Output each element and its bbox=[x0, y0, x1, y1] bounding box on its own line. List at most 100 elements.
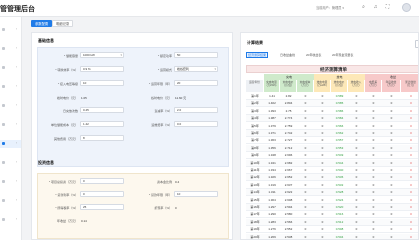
table-cell: 0 bbox=[410, 94, 412, 98]
table-cell: 0 bbox=[372, 219, 375, 224]
sidebar-item[interactable]: › bbox=[0, 216, 21, 224]
table-cell: 0 bbox=[304, 131, 307, 135]
table-cell: 0 bbox=[410, 182, 412, 187]
grid-input[interactable]: 10 bbox=[80, 80, 124, 86]
sidebar-item[interactable]: › bbox=[0, 140, 21, 148]
table-cell: 0.516 bbox=[335, 212, 344, 217]
table-row: 第10年 1.341 2.682 0 0 0.544 0 0 0 0 bbox=[246, 159, 418, 167]
tab-params[interactable]: 参数配置 bbox=[31, 20, 53, 27]
tab-daily-curve[interactable]: 日收益曲线 bbox=[279, 52, 296, 58]
sidebar-item[interactable]: › bbox=[0, 102, 21, 110]
tab-economic-result[interactable]: 经济测算结果 bbox=[246, 52, 269, 58]
table-cell: 0 bbox=[355, 145, 358, 150]
power-input[interactable]: 50 bbox=[174, 52, 218, 58]
sidebar-item[interactable]: › bbox=[0, 178, 21, 186]
table-cell: 0 bbox=[355, 94, 358, 98]
sidebar-item[interactable]: › bbox=[0, 83, 21, 91]
table-cell: 1.379 bbox=[268, 123, 276, 128]
decay-input[interactable]: 2.0 bbox=[174, 107, 218, 113]
table-cell: 0 bbox=[304, 197, 307, 202]
avatar[interactable] bbox=[402, 3, 411, 12]
export-button[interactable] bbox=[415, 40, 418, 48]
column-header: 电费差 (万元) bbox=[365, 80, 382, 92]
table-cell: 1.311 bbox=[268, 190, 276, 195]
table-cell: 0 bbox=[355, 205, 358, 209]
efficiency-input[interactable]: 0.9 % bbox=[80, 66, 124, 72]
table-cell: 0 bbox=[410, 160, 412, 165]
table-cell: 0 bbox=[410, 131, 412, 135]
section-title-basic: 基础信息 bbox=[38, 38, 54, 43]
column-header: 累计收益 (万元) bbox=[401, 80, 418, 92]
sidebar-item[interactable]: › bbox=[0, 197, 21, 205]
table-cell: 0 bbox=[390, 145, 393, 150]
tax-input[interactable]: 25 bbox=[80, 204, 124, 210]
table-cell: 第19年 bbox=[250, 227, 260, 232]
chevron-right-icon: › bbox=[16, 179, 18, 183]
tab-annual-income[interactable]: 20年收益表 bbox=[305, 52, 322, 58]
table-cell: 第9年 bbox=[251, 153, 259, 158]
ratio-label: 资本金比例 bbox=[156, 180, 172, 184]
table-cell: 0.589 bbox=[335, 94, 344, 98]
invest-input[interactable]: 0 bbox=[80, 178, 124, 184]
table-cell: 0 bbox=[390, 182, 393, 187]
table-cell: 0 bbox=[410, 108, 412, 113]
bell-icon[interactable]: ♫ bbox=[372, 4, 379, 11]
table-cell: 第3年 bbox=[251, 108, 259, 113]
table-cell: 0 bbox=[304, 138, 307, 143]
menu-icon bbox=[2, 66, 5, 69]
loan-years-label: * 贷款年限（年） bbox=[148, 193, 172, 197]
sidebar-item[interactable]: › bbox=[0, 64, 21, 72]
table-cell: 0 bbox=[390, 234, 393, 239]
sidebar-item[interactable]: › bbox=[0, 26, 21, 34]
user-menu[interactable]: 当前用户：管理员 ▾ bbox=[316, 5, 344, 10]
tab-records[interactable]: 明细记录 bbox=[52, 20, 74, 27]
column-header: 放电收入 (万元) bbox=[348, 80, 365, 92]
table-cell: 0 bbox=[372, 123, 375, 128]
chevron-right-icon: › bbox=[16, 103, 18, 107]
other-cost-input[interactable]: 8 bbox=[80, 135, 124, 141]
sidebar-item[interactable]: › bbox=[0, 159, 21, 167]
table-cell: 0 bbox=[321, 175, 324, 180]
sidebar-item[interactable]: › bbox=[0, 121, 21, 129]
table-cell: 0 bbox=[304, 227, 307, 232]
invest-info-box: * 项目总投资（万元） 0 资本金比例 0.4 * 贷款利率（%） 0 * 贷款… bbox=[37, 173, 229, 239]
table-cell: 0 bbox=[372, 205, 375, 209]
table-cell: 0 bbox=[304, 145, 307, 150]
menu-icon bbox=[2, 180, 5, 183]
menu-icon bbox=[2, 123, 5, 126]
loan-years-input[interactable]: 10 bbox=[174, 191, 218, 197]
years-label: * 运营年限（年） bbox=[148, 82, 172, 86]
maintenance-input[interactable]: 0.0 bbox=[174, 121, 218, 127]
table-cell: 0.508 bbox=[335, 227, 344, 232]
table-cell: 第10年 bbox=[250, 160, 260, 165]
table-row: 第4年 1.387 2.774 0 0 0.584 0 0 0 0 bbox=[246, 115, 418, 123]
fullscreen-icon[interactable]: ⛶ bbox=[384, 4, 391, 11]
table-cell: 0.524 bbox=[335, 197, 344, 202]
years-input[interactable]: 20 bbox=[174, 80, 218, 86]
capacity-select[interactable]: 1000 kW ▾ bbox=[80, 52, 124, 58]
table-cell: 0 bbox=[355, 197, 358, 202]
table-cell: 0 bbox=[410, 138, 412, 143]
storage-cost-input[interactable]: 1.42 bbox=[80, 121, 124, 127]
table-cell: 0 bbox=[321, 131, 324, 135]
loan-rate-input[interactable]: 0 bbox=[80, 191, 124, 197]
table-cell: 1.283 bbox=[268, 219, 276, 224]
table-cell: 0 bbox=[304, 219, 307, 224]
table-cell: 0 bbox=[372, 182, 375, 187]
table-row: 第3年 1.393 2.75 0 0 0.586 0 0 0 0 bbox=[246, 107, 418, 115]
daily-cycles-input[interactable]: 0.45 bbox=[80, 107, 124, 113]
table-cell: 0 bbox=[304, 160, 307, 165]
annual-label: 年收益（万元） bbox=[56, 219, 78, 223]
table-cell: 0 bbox=[304, 175, 307, 180]
chevron-down-icon: ▾ bbox=[214, 67, 216, 71]
invest-label: * 项目总投资（万元） bbox=[48, 180, 78, 184]
column-header: 运营年份 bbox=[246, 80, 264, 92]
table-cell: 0 bbox=[304, 101, 307, 106]
search-icon[interactable]: ⌕ bbox=[360, 4, 367, 11]
table-cell: 0 bbox=[321, 108, 324, 113]
sidebar-item[interactable]: › bbox=[0, 45, 21, 53]
table-cell: 1.402 bbox=[268, 101, 276, 106]
mode-select[interactable]: 峰谷套利 ▾ bbox=[174, 66, 218, 72]
column-header: 放电电价 (元/度) bbox=[331, 80, 348, 92]
tab-cashflow[interactable]: 20年现金流量表 bbox=[331, 52, 354, 58]
